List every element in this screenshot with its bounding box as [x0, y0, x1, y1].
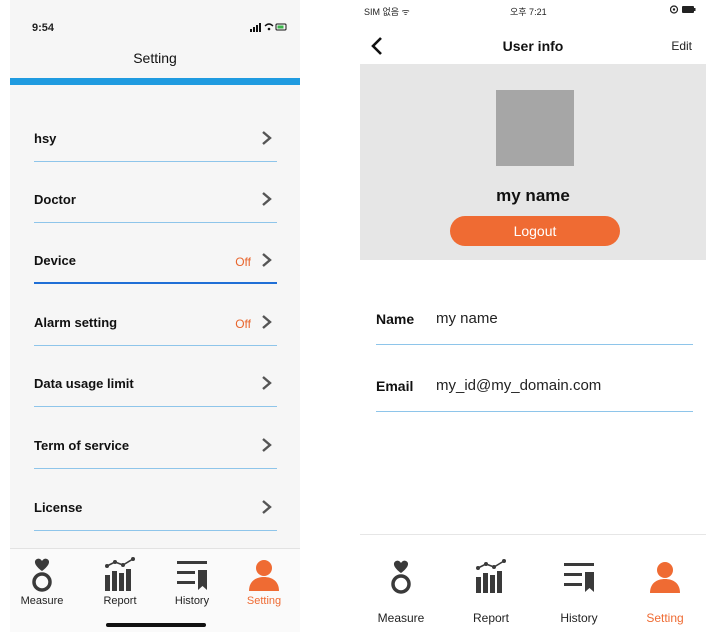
chevron-right-icon [262, 131, 272, 145]
field-label: Name [376, 311, 415, 327]
tab-report[interactable]: Report [90, 557, 150, 607]
settings-item-label: Term of service [34, 438, 130, 453]
status-carrier: SIM 없음 ᯤ [364, 7, 410, 17]
profile-header: my name Logout [360, 64, 706, 260]
field-value: my_id@my_domain.com [436, 377, 602, 394]
settings-item-license[interactable]: License [34, 477, 277, 531]
settings-item-hsy[interactable]: hsy [34, 108, 277, 162]
tab-label: Measure [377, 611, 425, 625]
heart-ring-icon [391, 560, 411, 594]
nav-bar: User info Edit [360, 28, 706, 64]
settings-item-data-usage[interactable]: Data usage limit [34, 353, 277, 407]
list-bookmark-icon [177, 561, 207, 590]
status-icons [669, 5, 696, 16]
home-indicator [106, 623, 206, 627]
settings-item-doctor[interactable]: Doctor [34, 169, 277, 223]
chevron-right-icon [262, 438, 272, 452]
settings-item-alarm[interactable]: Alarm setting Off [34, 292, 277, 346]
name-field[interactable]: Name my name [376, 297, 693, 345]
tab-label: History [560, 611, 598, 625]
list-bookmark-icon [564, 563, 594, 592]
tab-history[interactable]: History [544, 559, 614, 625]
tab-bar: Measure Report History Setting [360, 534, 706, 632]
alarm-battery-icon [669, 5, 696, 14]
settings-screen: 9:54 Setting hsy Doctor Device Off Alarm… [10, 0, 300, 632]
signal-wifi-battery-icon [250, 23, 287, 32]
chevron-right-icon [262, 253, 272, 267]
chevron-right-icon [262, 192, 272, 206]
header-accent-bar [10, 78, 300, 85]
status-icons [250, 22, 288, 35]
status-time: 9:54 [32, 22, 55, 34]
tab-label: Measure [20, 595, 64, 607]
tab-history[interactable]: History [162, 557, 222, 607]
field-label: Email [376, 378, 414, 394]
status-bar: 9:54 [10, 0, 300, 40]
person-icon [650, 562, 680, 593]
settings-item-terms[interactable]: Term of service [34, 415, 277, 469]
tab-label: Report [472, 611, 510, 625]
bar-chart-icon [476, 559, 506, 593]
settings-item-label: hsy [34, 131, 57, 146]
page-title: User info [502, 38, 564, 54]
settings-item-label: License [34, 500, 83, 515]
profile-name: my name [496, 186, 570, 205]
chevron-right-icon [262, 376, 272, 390]
settings-item-value: Off [235, 317, 251, 331]
page-title: Setting [133, 50, 177, 66]
settings-item-value: Off [235, 255, 251, 269]
tab-label: Setting [246, 595, 282, 607]
chevron-right-icon [262, 315, 272, 329]
tab-setting[interactable]: Setting [630, 559, 700, 625]
bar-chart-icon [105, 557, 135, 591]
tab-label: Report [103, 595, 137, 607]
tab-label: Setting [646, 611, 684, 625]
heart-ring-icon [32, 558, 52, 592]
settings-item-device[interactable]: Device Off [34, 230, 277, 284]
email-field[interactable]: Email my_id@my_domain.com [376, 364, 693, 412]
tab-report[interactable]: Report [456, 559, 526, 625]
avatar [496, 90, 574, 166]
tab-setting[interactable]: Setting [234, 557, 294, 607]
user-info-screen: SIM 없음 ᯤ 오후 7:21 User info Edit my name … [360, 0, 706, 632]
person-icon [249, 560, 279, 591]
status-time: 오후 7:21 [510, 7, 547, 17]
tab-measure[interactable]: Measure [12, 557, 72, 607]
tab-label: History [174, 595, 210, 607]
tab-bar: Measure Report History Setting [10, 548, 300, 632]
settings-item-label: Alarm setting [34, 315, 118, 330]
field-value: my name [436, 310, 498, 327]
tab-measure[interactable]: Measure [366, 559, 436, 625]
chevron-right-icon [262, 500, 272, 514]
status-bar: SIM 없음 ᯤ 오후 7:21 [360, 0, 706, 20]
settings-item-label: Doctor [34, 192, 76, 207]
settings-item-label: Device [34, 253, 76, 268]
logout-button[interactable]: Logout [450, 216, 620, 246]
edit-button[interactable]: Edit [671, 39, 692, 53]
settings-item-label: Data usage limit [34, 376, 134, 391]
